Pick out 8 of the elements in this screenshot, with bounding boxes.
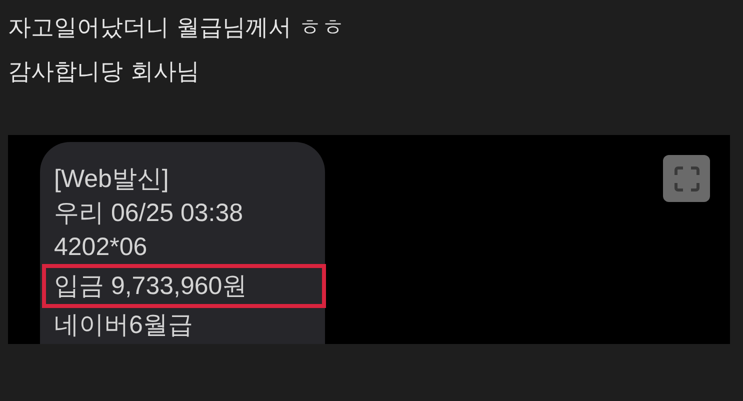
- message-line: 4202*06: [54, 232, 148, 263]
- post-text: 자고일어났더니 월급님께서 ㅎㅎ: [8, 14, 346, 43]
- fullscreen-icon: [674, 166, 700, 192]
- fullscreen-button[interactable]: [663, 155, 710, 202]
- message-line: 우리 06/25 03:38: [54, 198, 244, 229]
- message-line: [Web발신]: [54, 164, 170, 195]
- message-line: 네이버6월급: [54, 310, 194, 341]
- post-text: 감사합니당 회사님: [8, 58, 200, 87]
